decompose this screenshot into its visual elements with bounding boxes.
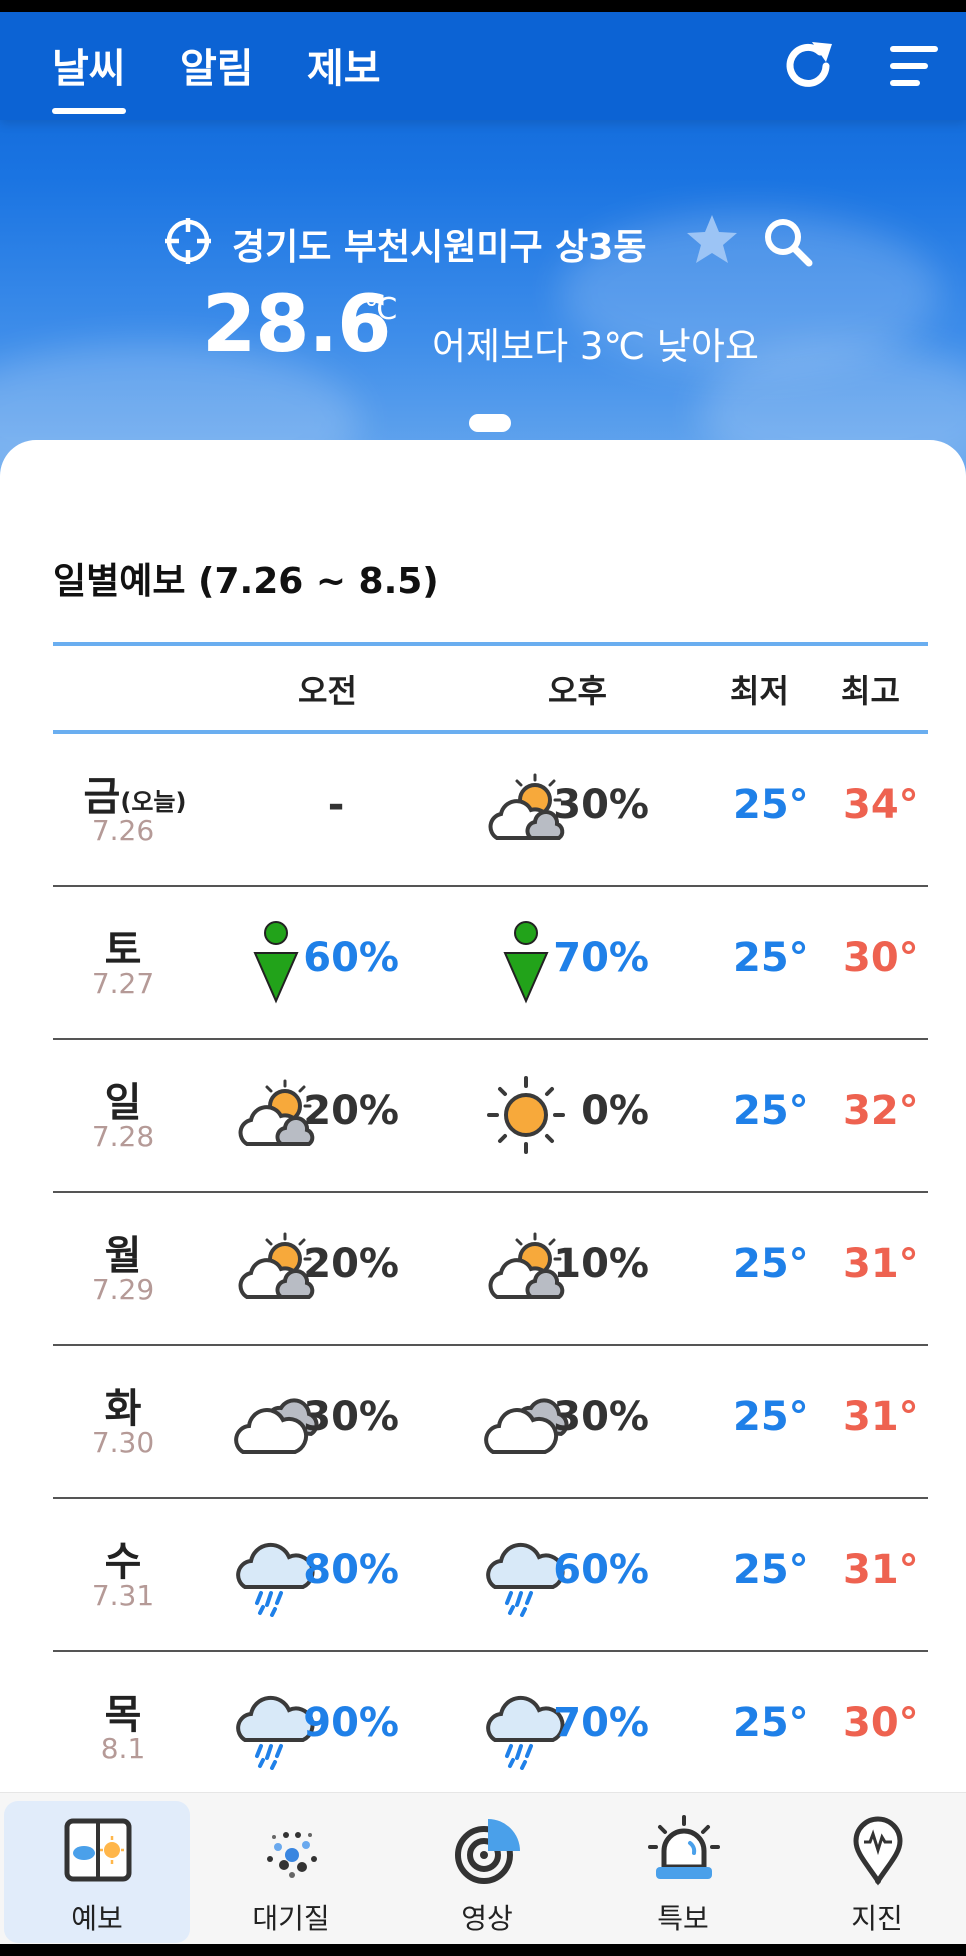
top-nav: 날씨 알림 제보 xyxy=(0,12,966,120)
precip-chance: 30% xyxy=(553,1394,649,1440)
col-pm: 오후 xyxy=(548,672,607,710)
weather-hero: 날씨 알림 제보 경기도 부천시원미구 상3동 28.6 ℃ 어제보다 3℃ 낮… xyxy=(0,12,966,482)
forecast-icon xyxy=(64,1818,132,1882)
precip-chance: 30% xyxy=(553,782,649,828)
alert-siren-icon xyxy=(648,1815,720,1879)
forecast-row[interactable]: 금(오늘) 7.26-30% 25° 34° xyxy=(53,734,928,887)
status-bar xyxy=(0,0,966,12)
min-temperature: 25° xyxy=(733,935,809,981)
precip-chance: 10% xyxy=(553,1241,649,1287)
date-label: 7.27 xyxy=(91,967,155,1000)
max-temperature: 30° xyxy=(843,935,919,981)
precip-chance: 70% xyxy=(553,935,649,981)
bottom-tab-forecast[interactable]: 예보 xyxy=(4,1801,190,1943)
forecast-row[interactable]: 일 7.28 20% 0% 25° 32° xyxy=(53,1040,928,1193)
forecast-row[interactable]: 수 7.31 80% 60% 25° 31° xyxy=(53,1499,928,1652)
col-max: 최고 xyxy=(841,672,900,710)
system-nav-bar xyxy=(0,1944,966,1956)
min-temperature: 25° xyxy=(733,782,809,828)
min-temperature: 25° xyxy=(733,1394,809,1440)
tab-report[interactable]: 제보 xyxy=(307,36,381,94)
precip-chance: 80% xyxy=(303,1547,399,1593)
max-temperature: 32° xyxy=(843,1088,919,1134)
bottom-tab-label: 대기질 xyxy=(252,1902,330,1935)
crosshair-icon[interactable] xyxy=(163,216,213,266)
max-temperature: 30° xyxy=(843,1700,919,1746)
date-label: 7.26 xyxy=(91,814,155,847)
precip-chance: 60% xyxy=(303,935,399,981)
temperature-compare: 어제보다 3℃ 낮아요 xyxy=(432,325,759,368)
location-bar: 경기도 부천시원미구 상3동 xyxy=(0,212,966,272)
bottom-tab-earthquake[interactable]: 지진 xyxy=(784,1801,966,1943)
precip-chance: - xyxy=(327,782,345,828)
col-min: 최저 xyxy=(730,672,789,710)
forecast-row[interactable]: 화 7.30 30% 30% 25° 31° xyxy=(53,1346,928,1499)
bottom-tab-label: 특보 xyxy=(657,1902,709,1935)
bottom-tab-warning[interactable]: 특보 xyxy=(590,1801,776,1943)
precip-chance: 90% xyxy=(303,1700,399,1746)
bottom-tab-video[interactable]: 영상 xyxy=(394,1801,580,1943)
max-temperature: 31° xyxy=(843,1394,919,1440)
bottom-tab-air-quality[interactable]: 대기질 xyxy=(198,1801,384,1943)
min-temperature: 25° xyxy=(733,1547,809,1593)
date-label: 8.1 xyxy=(100,1732,146,1765)
air-quality-icon xyxy=(267,1832,317,1878)
bottom-tab-label: 영상 xyxy=(461,1902,513,1935)
precip-chance: 20% xyxy=(303,1088,399,1134)
bottom-nav: 예보 대기질 영상 특보 지진 xyxy=(0,1792,966,1944)
precip-chance: 20% xyxy=(303,1241,399,1287)
forecast-row[interactable]: 목 8.1 90% 70% 25° 30° xyxy=(53,1652,928,1792)
precip-chance: 70% xyxy=(553,1700,649,1746)
header-top-line xyxy=(53,642,928,646)
page-indicator[interactable] xyxy=(469,414,511,432)
date-label: 7.28 xyxy=(91,1120,155,1153)
col-am: 오전 xyxy=(298,672,357,710)
bottom-tab-label: 예보 xyxy=(71,1902,123,1935)
date-label: 7.31 xyxy=(91,1579,155,1612)
date-label: 7.29 xyxy=(91,1273,155,1306)
max-temperature: 31° xyxy=(843,1241,919,1287)
forecast-card: 일별예보 (7.26 ~ 8.5) 오전 오후 최저 최고 금(오늘) 7.26-… xyxy=(0,440,966,1792)
min-temperature: 25° xyxy=(733,1241,809,1287)
temperature-unit: ℃ xyxy=(364,292,398,327)
current-temperature: 28.6 xyxy=(202,280,391,370)
tab-alerts[interactable]: 알림 xyxy=(180,36,254,94)
search-icon[interactable] xyxy=(762,216,814,268)
earthquake-pin-icon xyxy=(853,1816,903,1886)
min-temperature: 25° xyxy=(733,1088,809,1134)
refresh-icon[interactable] xyxy=(780,36,840,96)
radar-icon xyxy=(455,1819,520,1884)
bottom-tab-label: 지진 xyxy=(851,1902,903,1935)
min-temperature: 25° xyxy=(733,1700,809,1746)
max-temperature: 31° xyxy=(843,1547,919,1593)
forecast-row[interactable]: 토 7.27 60% 70% 25° 30° xyxy=(53,887,928,1040)
date-label: 7.30 xyxy=(91,1426,155,1459)
precip-chance: 0% xyxy=(581,1088,649,1134)
forecast-row[interactable]: 월 7.29 20% 10% 25° 31° xyxy=(53,1193,928,1346)
precip-chance: 60% xyxy=(553,1547,649,1593)
star-icon[interactable] xyxy=(684,212,740,268)
menu-icon[interactable] xyxy=(884,36,944,96)
forecast-title: 일별예보 (7.26 ~ 8.5) xyxy=(53,561,439,602)
today-label: (오늘) xyxy=(120,788,187,816)
location-name[interactable]: 경기도 부천시원미구 상3동 xyxy=(232,218,646,270)
max-temperature: 34° xyxy=(843,782,919,828)
tab-weather[interactable]: 날씨 xyxy=(52,36,126,114)
precip-chance: 30% xyxy=(303,1394,399,1440)
